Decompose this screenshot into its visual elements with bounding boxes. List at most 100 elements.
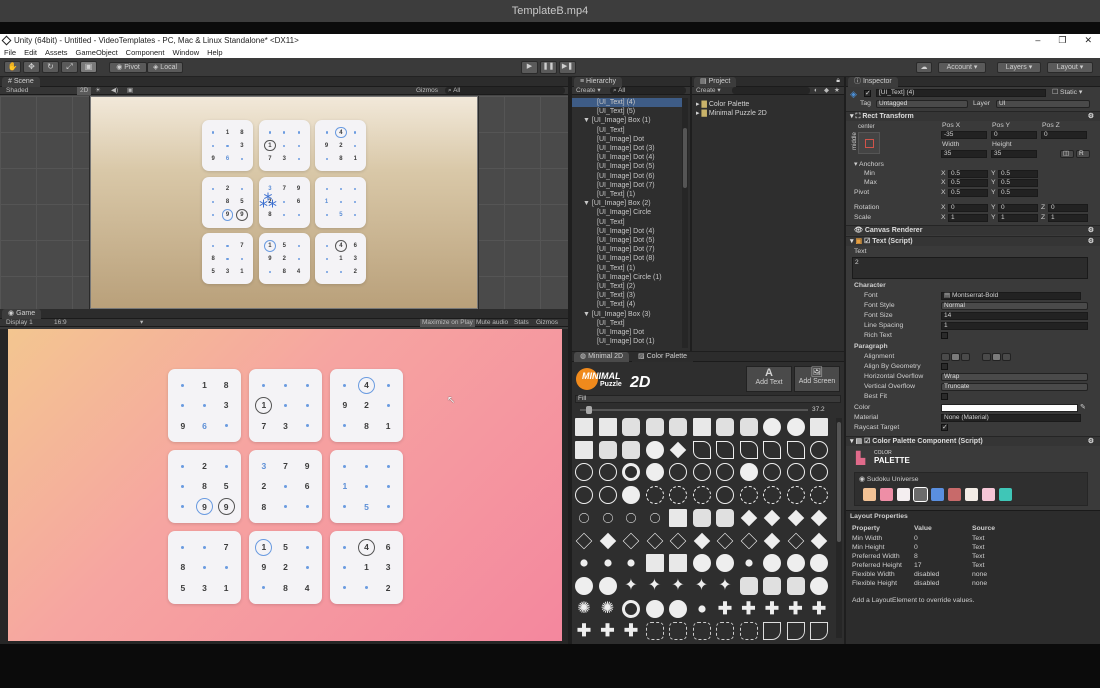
local-toggle[interactable]: ◈ Local xyxy=(147,62,183,73)
hand-tool-button[interactable]: ✋ xyxy=(4,61,21,73)
shape-sprite-button[interactable]: ✦ xyxy=(693,577,711,595)
shape-sprite-button[interactable] xyxy=(627,559,635,567)
height-input[interactable]: 35 xyxy=(991,150,1037,158)
sudoku-box[interactable]: 46 1 3 2 xyxy=(315,233,367,285)
shape-sprite-button[interactable] xyxy=(786,576,805,595)
project-search-input[interactable] xyxy=(732,87,810,94)
rect-tool-button[interactable]: ▣ xyxy=(80,61,97,73)
sudoku-box[interactable]: 49 2 8 1 xyxy=(330,369,403,442)
effects-icon[interactable]: ▣ xyxy=(127,87,133,95)
shape-sprite-button[interactable] xyxy=(763,440,781,459)
shape-sprite-button[interactable] xyxy=(669,441,687,458)
pivot-toggle[interactable]: ◉ Pivot xyxy=(109,62,147,73)
shape-sprite-button[interactable] xyxy=(787,509,804,527)
shape-sprite-button[interactable] xyxy=(622,532,640,549)
shape-sprite-button[interactable] xyxy=(575,486,593,505)
shading-dropdown[interactable]: Shaded xyxy=(6,87,28,95)
shape-sprite-button[interactable]: ✺ xyxy=(599,600,617,618)
posy-input[interactable]: 0 xyxy=(991,131,1037,139)
shape-sprite-button[interactable]: ✦ xyxy=(716,577,734,595)
color-swatch[interactable] xyxy=(931,488,944,501)
rect-handle-icon[interactable]: ⁂ xyxy=(259,191,277,212)
text-enabled-checkbox[interactable]: ☑ xyxy=(864,238,870,245)
color-field[interactable] xyxy=(941,404,1078,412)
shape-sprite-button[interactable] xyxy=(716,508,734,527)
shape-sprite-button[interactable] xyxy=(763,418,781,436)
aspect-dropdown[interactable]: 16:9 xyxy=(54,319,67,327)
material-field[interactable]: None (Material) xyxy=(941,414,1081,422)
hierarchy-item[interactable]: [UI_Text] (1) xyxy=(572,264,682,273)
shape-sprite-button[interactable] xyxy=(810,440,828,459)
shape-sprite-button[interactable] xyxy=(693,532,710,549)
hierarchy-item[interactable]: [UI_Text] xyxy=(572,218,682,227)
shape-sprite-button[interactable] xyxy=(739,418,758,436)
maximize-button[interactable]: ❐ xyxy=(1058,34,1066,47)
hierarchy-item[interactable]: [UI_Text] (2) xyxy=(572,282,682,291)
menu-component[interactable]: Component xyxy=(126,47,165,58)
shape-sprite-button[interactable] xyxy=(740,509,757,527)
shape-sprite-button[interactable] xyxy=(763,532,781,549)
fill-dropdown[interactable]: Fill xyxy=(575,395,841,403)
shape-sprite-button[interactable] xyxy=(622,463,640,482)
shape-sprite-button[interactable] xyxy=(575,418,593,436)
shape-sprite-button[interactable] xyxy=(786,440,805,459)
tab-scene[interactable]: # Scene xyxy=(2,77,40,87)
shape-sprite-button[interactable] xyxy=(580,559,588,567)
shape-sprite-button[interactable]: ✚ xyxy=(575,622,593,640)
gizmos-dropdown[interactable]: Gizmos xyxy=(416,87,438,95)
shape-sprite-button[interactable] xyxy=(603,559,612,567)
cloud-button[interactable]: ☁ xyxy=(916,62,932,73)
shape-sprite-button[interactable] xyxy=(622,440,640,459)
blueprint-mode-button[interactable]: ◫ xyxy=(1060,150,1074,158)
hierarchy-item[interactable]: [UI_Image] Dot (4) xyxy=(572,153,682,162)
menu-gameobject[interactable]: GameObject xyxy=(76,47,118,58)
shape-sprite-button[interactable] xyxy=(786,418,805,436)
sudoku-box[interactable]: 7 8 5 3 1 xyxy=(202,233,254,285)
shape-sprite-button[interactable] xyxy=(598,486,617,505)
tab-game[interactable]: ◉ Game xyxy=(2,309,42,319)
active-checkbox[interactable]: ✓ xyxy=(864,90,871,97)
sudoku-box[interactable]: 1 7 3 xyxy=(249,369,322,442)
scale-x-input[interactable]: 1 xyxy=(948,214,988,222)
sudoku-box[interactable]: 28599 xyxy=(168,450,241,523)
scale-slider[interactable]: ▾ xyxy=(140,319,143,327)
component-settings-icon[interactable]: ⚙ xyxy=(1088,437,1094,447)
sudoku-box[interactable]: 1 8 3 9 6 xyxy=(168,369,241,442)
shape-sprite-button[interactable]: ✚ xyxy=(622,622,640,640)
color-swatch[interactable] xyxy=(965,488,978,501)
close-button[interactable]: ✕ xyxy=(1084,34,1092,47)
layers-dropdown[interactable]: Layers ▾ xyxy=(997,62,1041,73)
line-spacing-input[interactable]: 1 xyxy=(941,322,1088,330)
sudoku-box[interactable]: 28599 xyxy=(202,176,254,228)
shape-sprite-button[interactable] xyxy=(669,554,687,573)
shape-sprite-button[interactable] xyxy=(646,532,663,549)
rotation-y-input[interactable]: 0 xyxy=(998,204,1038,212)
shape-sprite-button[interactable] xyxy=(763,576,781,595)
align-left-button[interactable] xyxy=(941,353,950,361)
shape-sprite-button[interactable] xyxy=(763,463,781,482)
shape-sprite-button[interactable] xyxy=(598,440,617,459)
shape-sprite-button[interactable]: ✚ xyxy=(810,599,828,618)
canvas-renderer-header[interactable]: 👁︎ Canvas Renderer ⚙ xyxy=(846,225,1100,235)
add-screen-button[interactable]: 🖼︎ Add Screen xyxy=(794,366,840,392)
stats-toggle[interactable]: Stats xyxy=(514,319,529,327)
rich-text-checkbox[interactable] xyxy=(941,332,948,339)
hierarchy-item[interactable]: [UI_Image] Dot (5) xyxy=(572,236,682,245)
rotation-x-input[interactable]: 0 xyxy=(948,204,988,212)
shape-sprite-button[interactable] xyxy=(598,418,617,436)
hierarchy-create-dropdown[interactable]: Create ▾ xyxy=(576,87,601,95)
menu-edit[interactable]: Edit xyxy=(24,47,37,58)
hierarchy-search-input[interactable]: ⌕ All xyxy=(610,87,686,94)
sudoku-box[interactable]: 46 1 3 2 xyxy=(330,531,403,604)
scale-z-input[interactable]: 1 xyxy=(1048,214,1088,222)
shape-sprite-button[interactable] xyxy=(786,463,805,482)
hierarchy-item[interactable]: [UI_Image] Dot (3) xyxy=(572,144,682,153)
scale-tool-button[interactable]: ⤢ xyxy=(61,61,78,73)
shape-sprite-button[interactable] xyxy=(645,440,664,459)
color-palette-script-header[interactable]: ▾ ▤ ☑ Color Palette Component (Script) ⚙ xyxy=(846,436,1100,446)
shape-scrollbar[interactable] xyxy=(836,418,842,638)
shape-sprite-button[interactable] xyxy=(645,622,664,641)
shape-sprite-button[interactable] xyxy=(739,622,758,641)
posx-input[interactable]: -35 xyxy=(941,131,987,139)
shape-sprite-button[interactable]: ✚ xyxy=(599,622,617,640)
